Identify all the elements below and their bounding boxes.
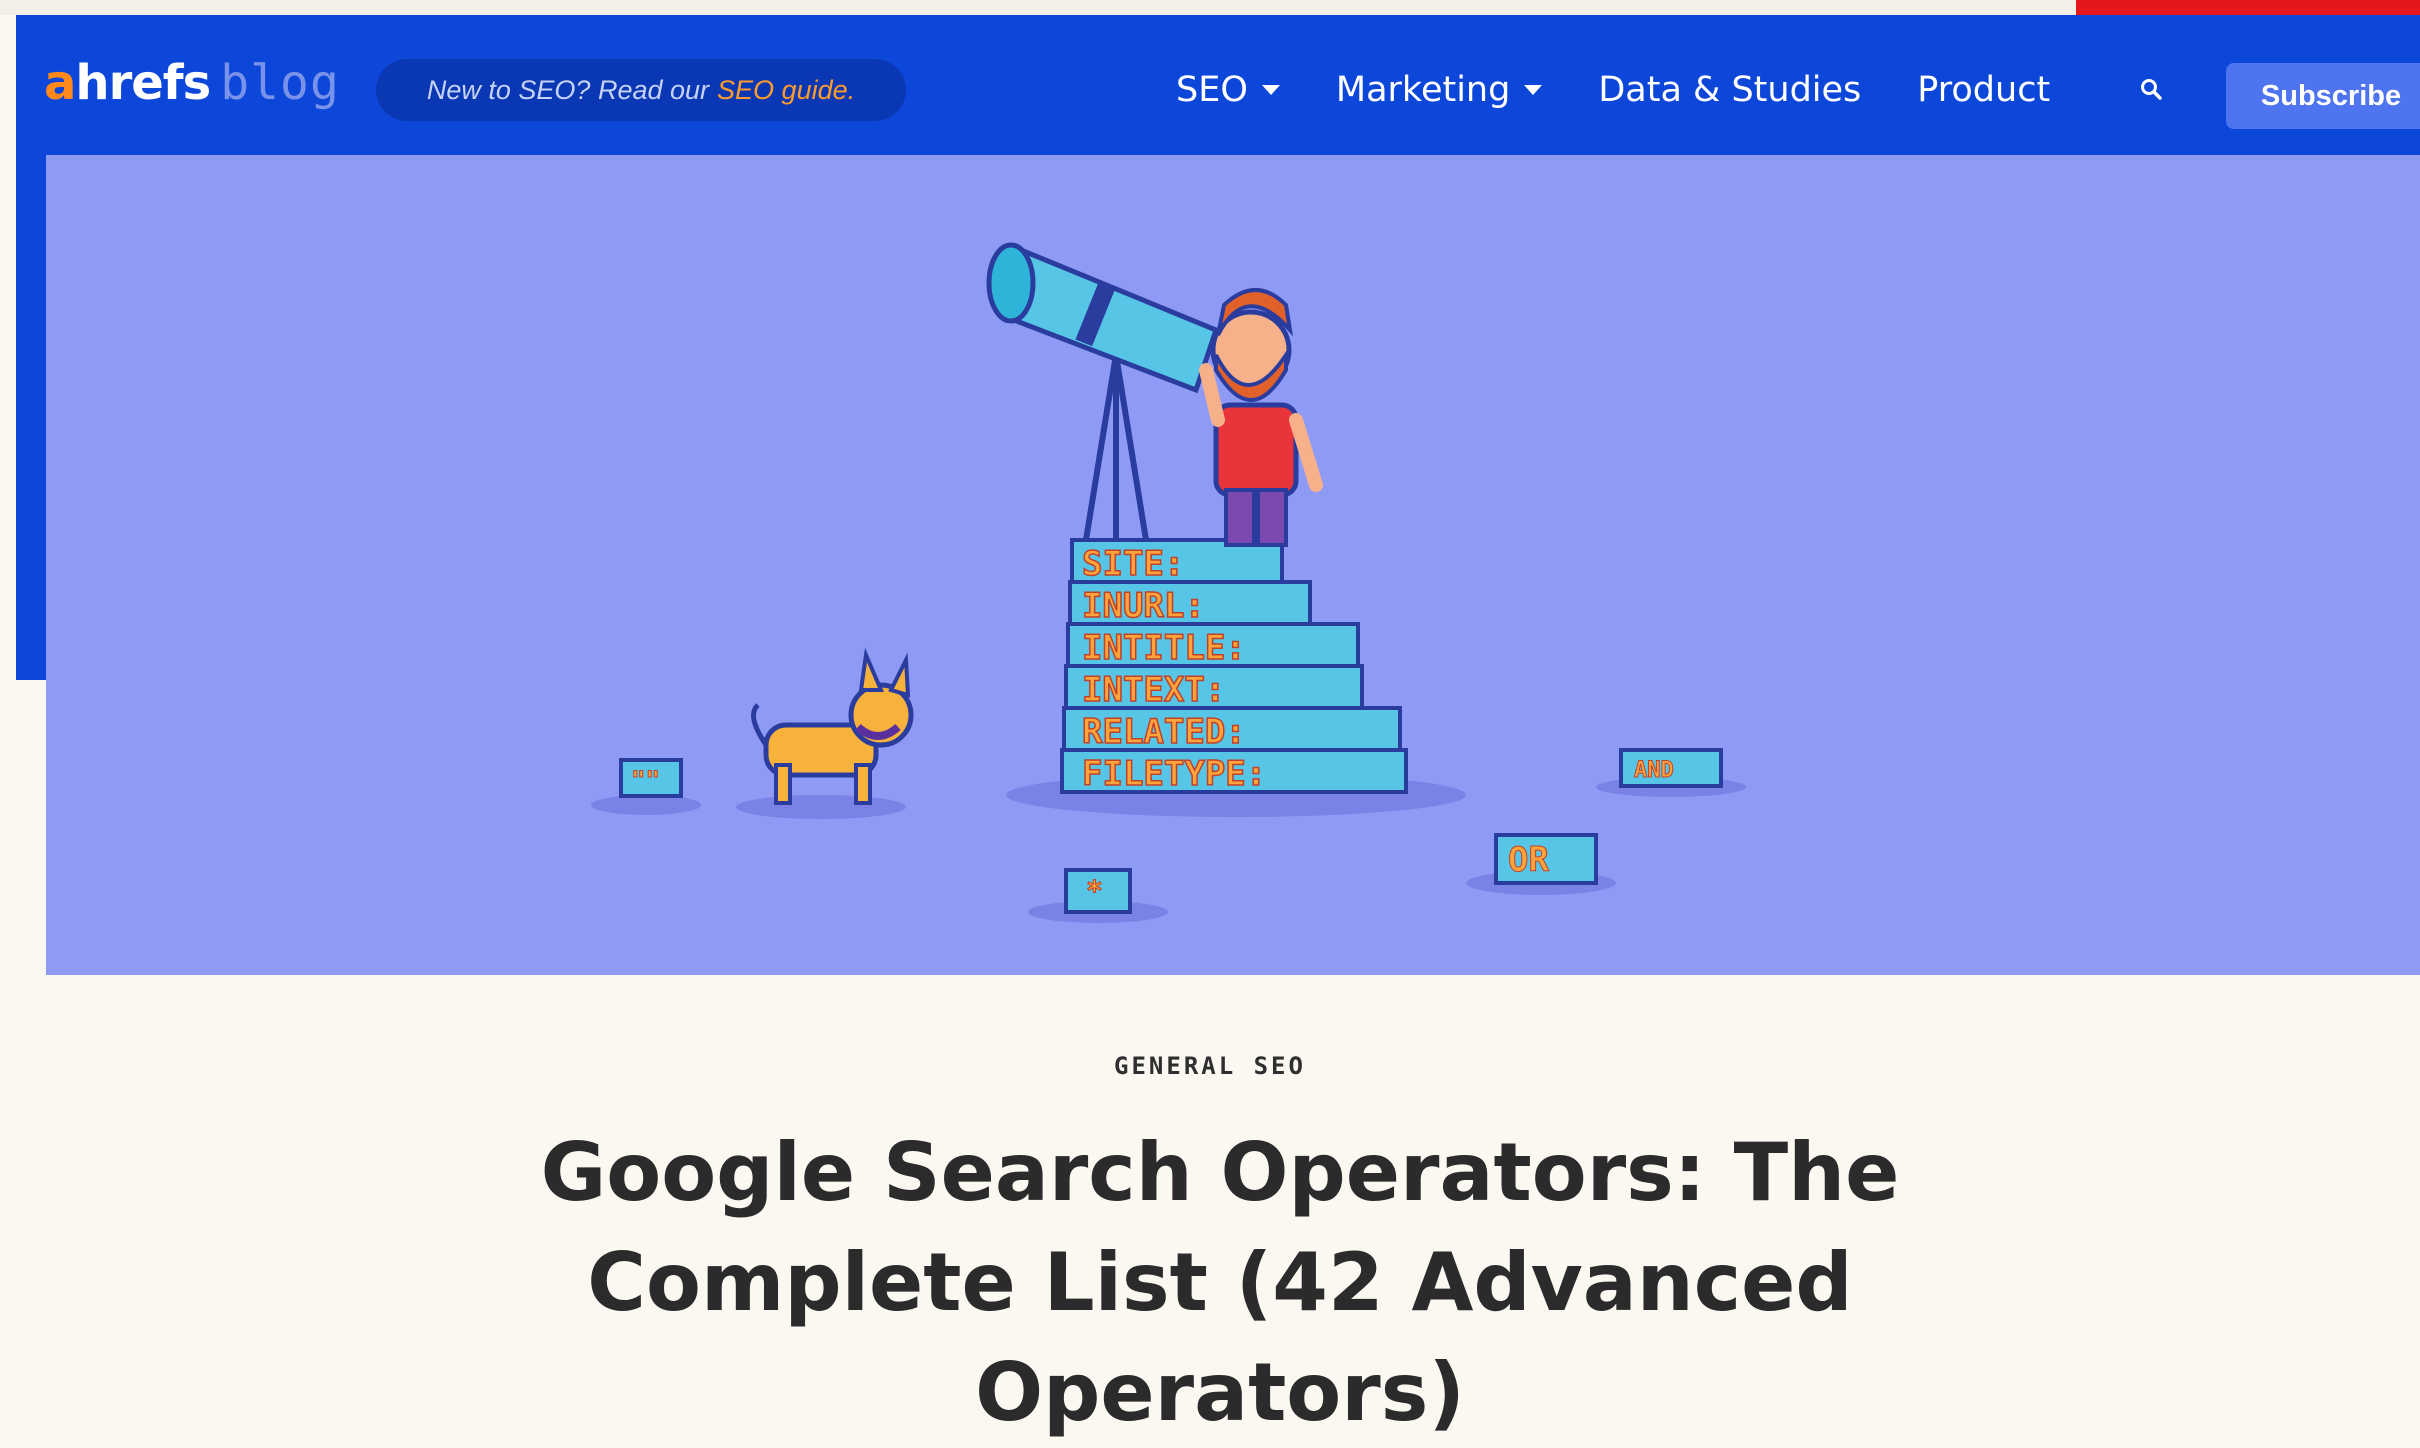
block-label-intext: INTEXT: <box>1082 670 1225 710</box>
telescope-illustration: SITE: INURL: INTITLE: INTEXT: RELATED: F… <box>591 242 1746 923</box>
promo-text: New to SEO? Read our <box>426 74 710 105</box>
seo-guide-promo[interactable]: New to SEO? Read our SEO guide. <box>376 59 906 121</box>
nav-item-product[interactable]: Product <box>1917 70 2050 110</box>
logo-letter-a: a <box>44 55 76 111</box>
block-label-intitle: INTITLE: <box>1082 628 1246 668</box>
block-label-and: AND <box>1634 758 1674 783</box>
nav-item-label: Product <box>1917 70 2051 110</box>
dog-character <box>751 647 914 805</box>
hero-illustration: SITE: INURL: INTITLE: INTEXT: RELATED: F… <box>46 155 2420 975</box>
block-label-star: * <box>1086 874 1103 907</box>
ahrefs-blog-logo[interactable]: ahrefs blog <box>44 55 340 111</box>
block-label-inurl: INURL: <box>1082 586 1205 626</box>
nav-item-data-studies[interactable]: Data & Studies <box>1598 70 1861 110</box>
block-label-or: OR <box>1508 840 1549 880</box>
top-navbar: ahrefs blog New to SEO? Read our SEO guid… <box>16 15 2420 155</box>
tripod <box>1083 354 1149 541</box>
top-strip <box>0 0 2420 15</box>
telescope <box>986 242 1220 394</box>
logo-hrefs: hrefs <box>75 55 211 111</box>
nav-item-label: SEO <box>1176 70 1248 110</box>
nav-item-seo[interactable]: SEO <box>1176 70 1280 110</box>
block-label-related: RELATED: <box>1082 712 1246 752</box>
seo-guide-link[interactable]: SEO guide. <box>717 75 855 106</box>
article-category[interactable]: GENERAL SEO <box>0 1052 2420 1080</box>
red-accent-bar <box>2076 0 2420 15</box>
logo-blog: blog <box>220 55 340 111</box>
search-icon[interactable] <box>2140 78 2162 100</box>
article-title: Google Search Operators: The Complete Li… <box>540 1126 1900 1439</box>
main-nav: SEO Marketing Data & Studies Product <box>1176 55 2106 125</box>
chevron-down-icon <box>1261 85 1280 95</box>
nav-item-label: Marketing <box>1335 70 1511 110</box>
block-label-quotes: "" <box>631 766 660 794</box>
chevron-down-icon <box>1524 85 1543 95</box>
man-character <box>1199 288 1323 547</box>
nav-item-label: Data & Studies <box>1598 70 1862 110</box>
subscribe-button[interactable]: Subscribe <box>2226 63 2420 129</box>
nav-item-marketing[interactable]: Marketing <box>1335 70 1543 110</box>
block-label-filetype: FILETYPE: <box>1082 754 1266 794</box>
block-label-site: SITE: <box>1082 544 1184 584</box>
